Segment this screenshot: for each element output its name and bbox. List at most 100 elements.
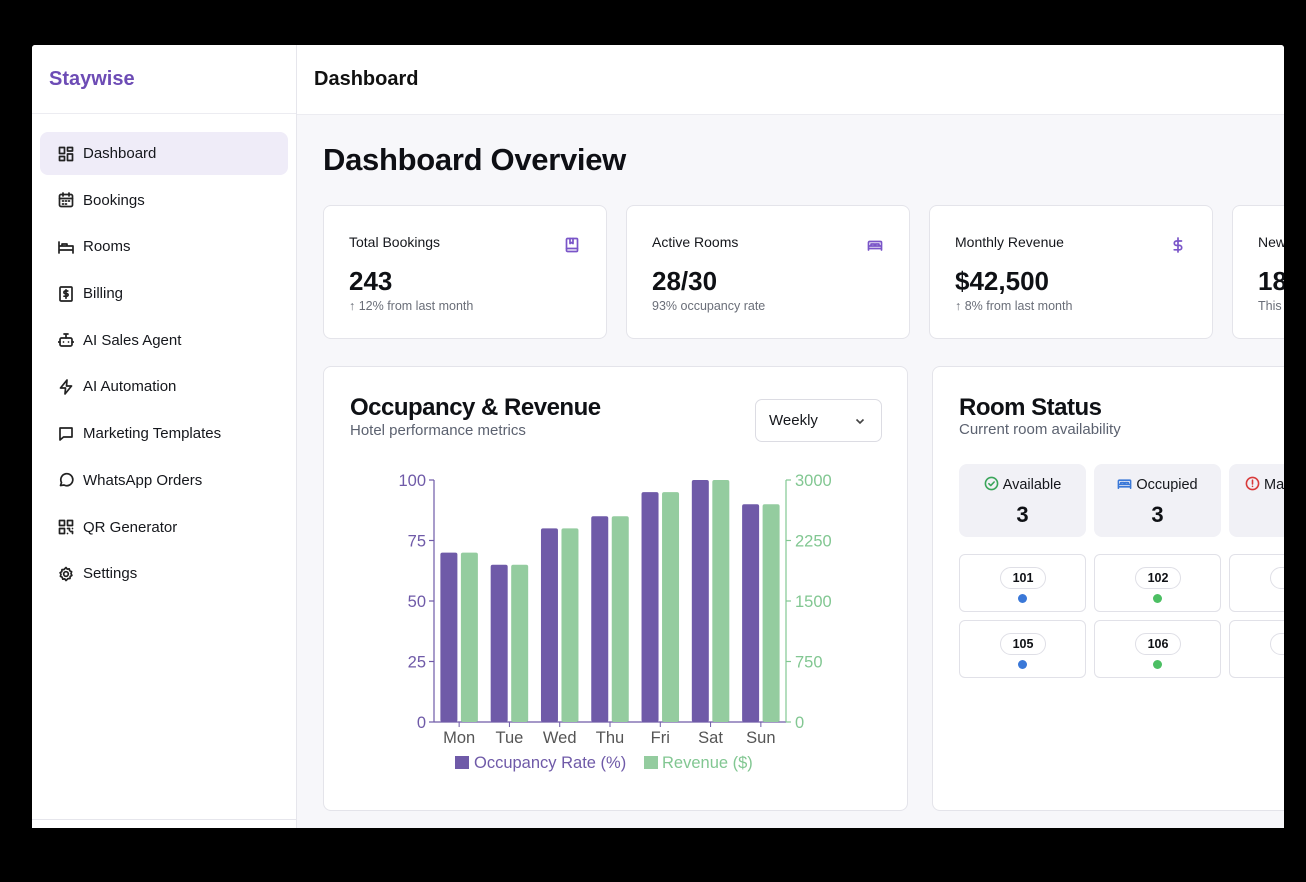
- bed-icon: [1117, 479, 1132, 489]
- status-tile-available[interactable]: Available 3: [959, 464, 1086, 537]
- stat-card-active-rooms: Active Rooms 28/30 93% occupancy rate: [626, 205, 910, 339]
- room-card-105[interactable]: 105: [959, 620, 1086, 678]
- bar-occupancy-sun: [742, 504, 760, 722]
- room-number: [1270, 633, 1284, 655]
- room-status-title: Room Status: [959, 394, 1102, 421]
- stat-card-monthly-revenue: Monthly Revenue $42,500 ↑ 8% from last m…: [929, 205, 1213, 339]
- stat-label: Active Rooms: [652, 234, 739, 250]
- sidebar-item-ai-automation[interactable]: AI Automation: [40, 365, 288, 408]
- bar-occupancy-sat: [691, 480, 709, 722]
- x-tick-label: Thu: [596, 729, 624, 747]
- sidebar-item-label: Billing: [83, 285, 124, 303]
- sidebar-item-whatsapp-orders[interactable]: WhatsApp Orders: [40, 459, 288, 502]
- bar-revenue-thu: [611, 516, 629, 722]
- page-title: Dashboard Overview: [323, 142, 626, 177]
- room-number: 1: [1270, 567, 1284, 589]
- app-window: Staywise Dashboard Bookings Rooms Billin…: [32, 45, 1284, 828]
- message-square-icon: [58, 426, 74, 442]
- sidebar-item-ai-sales-agent[interactable]: AI Sales Agent: [40, 319, 288, 362]
- room-number: 105: [1000, 633, 1046, 655]
- bar-revenue-mon: [460, 552, 478, 722]
- stat-label: Total Bookings: [349, 234, 441, 250]
- stat-label: New: [1258, 234, 1284, 250]
- bar-revenue-sun: [762, 504, 780, 722]
- stat-subtext: 93% occupancy rate: [652, 299, 766, 313]
- status-tile-label: Mai: [1264, 477, 1284, 493]
- room-card-101[interactable]: 101: [959, 554, 1086, 612]
- status-tile-label: Occupied: [1136, 477, 1198, 493]
- alert-circle-icon: [1245, 476, 1260, 491]
- stat-value: $42,500: [955, 266, 1049, 296]
- stat-value: 28/30: [652, 266, 718, 296]
- room-number: 106: [1135, 633, 1181, 655]
- sidebar-item-dashboard[interactable]: Dashboard: [40, 132, 288, 175]
- stat-subtext: ↑ 8% from last month: [955, 299, 1073, 313]
- sidebar-item-billing[interactable]: Billing: [40, 272, 288, 315]
- sidebar-item-marketing-templates[interactable]: Marketing Templates: [40, 412, 288, 455]
- status-tile-label: Available: [1002, 477, 1062, 493]
- gear-icon: [58, 566, 74, 582]
- right-tick-label: 2250: [795, 533, 832, 551]
- room-status-dot: [1018, 594, 1027, 603]
- sidebar-item-rooms[interactable]: Rooms: [40, 225, 288, 268]
- x-tick-label: Mon: [443, 729, 475, 747]
- stat-label: Monthly Revenue: [955, 234, 1064, 250]
- check-circle-icon: [984, 476, 999, 491]
- stat-card-new: New 18 This: [1232, 205, 1284, 339]
- room-card-partial[interactable]: 1: [1229, 554, 1284, 612]
- status-tile-maintenance[interactable]: Mai: [1229, 464, 1284, 537]
- sidebar-item-label: Marketing Templates: [83, 425, 222, 443]
- sidebar-item-settings[interactable]: Settings: [40, 552, 288, 595]
- status-tile-occupied[interactable]: Occupied 3: [1094, 464, 1221, 537]
- left-tick-label: 0: [417, 714, 426, 732]
- bed-icon: [867, 237, 883, 253]
- room-status-dot: [1153, 660, 1162, 669]
- book-icon: [564, 237, 580, 253]
- sidebar-item-label: Bookings: [83, 191, 145, 209]
- brand-logo[interactable]: Staywise: [32, 45, 296, 114]
- status-tile-count: 3: [1151, 502, 1164, 527]
- sidebar-item-qr-generator[interactable]: QR Generator: [40, 506, 288, 549]
- x-tick-label: Sun: [746, 729, 775, 747]
- sidebar-item-label: Dashboard: [83, 145, 157, 162]
- bar-occupancy-wed: [540, 528, 558, 722]
- room-status-dot: [1018, 660, 1027, 669]
- sidebar-item-label: WhatsApp Orders: [83, 471, 203, 489]
- calendar-icon: [58, 192, 74, 208]
- right-tick-label: 3000: [795, 472, 832, 490]
- bar-occupancy-tue: [490, 564, 508, 722]
- room-status-card: Room Status Current room availability Av…: [932, 366, 1284, 811]
- message-circle-icon: [58, 472, 74, 488]
- receipt-icon: [58, 285, 74, 302]
- header-title: Dashboard: [297, 45, 1284, 115]
- room-card-106[interactable]: 106: [1094, 620, 1221, 678]
- right-tick-label: 1500: [795, 593, 832, 611]
- legend-swatch-occupancy: [455, 756, 469, 769]
- qr-code-icon: [58, 519, 74, 535]
- left-tick-label: 50: [408, 593, 426, 611]
- bar-revenue-fri: [662, 492, 680, 722]
- room-number: 101: [1000, 567, 1046, 589]
- room-card-102[interactable]: 102: [1094, 554, 1221, 612]
- sidebar-nav: Dashboard Bookings Rooms Billing AI Sale…: [32, 114, 296, 595]
- sidebar-item-label: QR Generator: [83, 518, 178, 536]
- dashboard-icon: [58, 146, 74, 162]
- stat-value: 18: [1258, 266, 1284, 296]
- sidebar-footer: [32, 819, 296, 828]
- room-status-subtitle: Current room availability: [959, 421, 1121, 438]
- left-tick-label: 75: [408, 533, 426, 551]
- status-tile-count: 3: [1016, 502, 1029, 527]
- occupancy-revenue-chart: 0 0 25 750 50 1500 75 2250 100 3000 Mon Tue Wed Thu Fr…: [398, 472, 832, 772]
- bar-occupancy-fri: [641, 492, 659, 722]
- legend-label-occupancy: Occupancy Rate (%): [474, 754, 626, 772]
- bar-revenue-tue: [511, 564, 529, 722]
- sidebar-item-label: Settings: [83, 565, 138, 583]
- stat-card-total-bookings: Total Bookings 243 ↑ 12% from last month: [323, 205, 607, 339]
- stat-subtext: ↑ 12% from last month: [349, 299, 474, 313]
- room-card-partial[interactable]: [1229, 620, 1284, 678]
- right-tick-label: 0: [795, 714, 804, 732]
- stat-subtext: This: [1258, 299, 1282, 313]
- sidebar-item-label: AI Sales Agent: [83, 331, 182, 349]
- sidebar-item-bookings[interactable]: Bookings: [40, 179, 288, 222]
- lightning-icon: [58, 379, 74, 395]
